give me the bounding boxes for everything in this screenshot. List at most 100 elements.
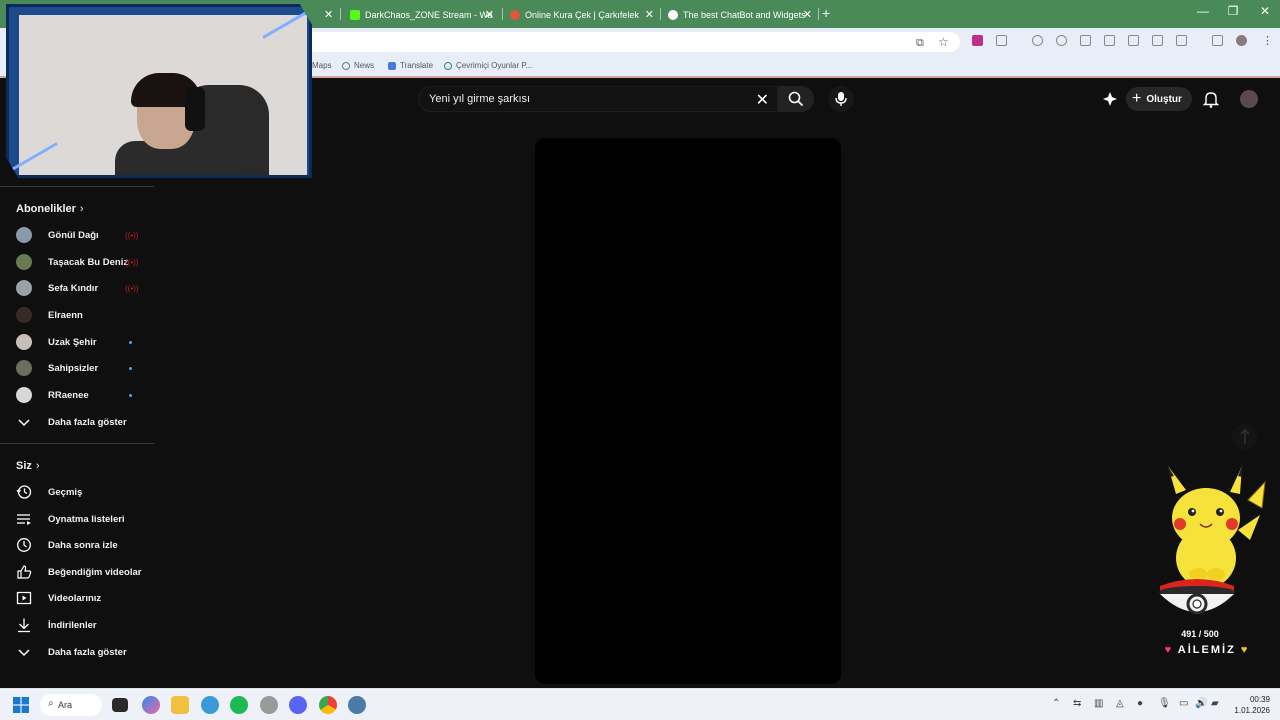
- clear-search-icon[interactable]: ✕: [756, 90, 769, 110]
- tray-overflow-icon[interactable]: ⌃: [1052, 698, 1060, 709]
- minimize-button[interactable]: —: [1188, 4, 1218, 18]
- windows-start-icon[interactable]: [13, 697, 29, 713]
- new-content-dot: [129, 393, 132, 397]
- tray-icon[interactable]: ●: [1137, 698, 1143, 709]
- tray-icon[interactable]: ◬: [1116, 698, 1124, 709]
- side-panel-icon[interactable]: [1212, 35, 1223, 46]
- nav-watch-later[interactable]: Daha sonra izle: [16, 534, 146, 556]
- bookmark-star-icon[interactable]: ☆: [938, 35, 949, 49]
- shorts-video-player[interactable]: [535, 138, 841, 684]
- bookmark-online-games[interactable]: Çevrimiçi Oyunlar P...: [444, 61, 532, 70]
- tab-close-icon[interactable]: ✕: [645, 8, 654, 21]
- gemini-sparkle-icon[interactable]: [1102, 91, 1118, 107]
- copilot-icon[interactable]: [142, 696, 160, 714]
- subscription-item[interactable]: Elraenn: [16, 304, 136, 326]
- tab-close-icon[interactable]: ✕: [803, 8, 812, 21]
- extension-icon[interactable]: [1032, 35, 1043, 46]
- chevron-down-icon: [18, 419, 30, 427]
- headset: [185, 87, 205, 131]
- nav-liked-videos[interactable]: Beğendiğim videolar: [16, 561, 146, 583]
- file-explorer-icon[interactable]: [171, 696, 189, 714]
- chrome-icon[interactable]: [319, 696, 337, 714]
- battery-icon[interactable]: ▰: [1211, 698, 1219, 709]
- you-show-more[interactable]: Daha fazla göster: [16, 641, 146, 663]
- bookmark-translate[interactable]: Translate: [388, 61, 433, 70]
- webcam-feed: [19, 15, 307, 175]
- bookmark-maps[interactable]: Maps: [312, 61, 332, 70]
- link-icon[interactable]: [1152, 35, 1163, 46]
- tab-kick-stream[interactable]: DarkChaos_ZONE Stream - Wa ✕: [344, 4, 498, 26]
- discord-icon[interactable]: [289, 696, 307, 714]
- menu-kebab-icon[interactable]: ⋮: [1262, 34, 1273, 47]
- new-content-dot: [129, 366, 132, 370]
- bookmark-label: News: [354, 61, 375, 70]
- close-window-button[interactable]: ✕: [1250, 4, 1280, 18]
- search-button[interactable]: [778, 86, 814, 112]
- channel-name: RRaenee: [48, 389, 89, 401]
- translate-icon[interactable]: [1128, 35, 1139, 46]
- bookmark-label: Translate: [400, 61, 434, 70]
- profile-avatar[interactable]: [1236, 35, 1247, 46]
- subscription-item[interactable]: Taşacak Bu Deniz ((•)): [16, 251, 138, 273]
- bookmark-news[interactable]: News: [342, 61, 374, 70]
- voice-search-button[interactable]: [828, 86, 854, 112]
- settings-app-icon[interactable]: [260, 696, 278, 714]
- spotify-icon[interactable]: [230, 696, 248, 714]
- chatbot-icon: [668, 10, 678, 20]
- taskbar-clock[interactable]: 00:39 1.01.2026: [1226, 694, 1270, 716]
- install-app-icon[interactable]: ⧉: [916, 37, 924, 50]
- subscription-item[interactable]: Uzak Şehir: [16, 331, 136, 353]
- history-icon[interactable]: [1056, 35, 1067, 46]
- tab-close-icon[interactable]: ✕: [485, 8, 494, 21]
- nav-your-videos[interactable]: Videolarınız: [16, 587, 146, 609]
- pikachu-mascot: [1150, 460, 1270, 630]
- task-view-icon[interactable]: [112, 698, 128, 712]
- extensions-puzzle-icon[interactable]: [996, 35, 1007, 46]
- nav-history[interactable]: Geçmiş: [16, 481, 146, 503]
- pikachu-image: [1159, 466, 1266, 615]
- download-icon[interactable]: [1080, 35, 1091, 46]
- nav-label: Geçmiş: [48, 486, 83, 498]
- subscriptions-header[interactable]: Abonelikler ›: [16, 203, 84, 215]
- tab-wheel[interactable]: Online Kura Çek | Çarkıfelek ✕: [504, 4, 658, 26]
- windows-taskbar: ⌕ Ara ⌃ ⇆ ▥ ◬ ● 🎙 ▭ 🔊 ▰ 00:39 1.01.2026: [0, 688, 1280, 720]
- you-header[interactable]: Siz ›: [16, 460, 40, 472]
- tray-icon[interactable]: ▥: [1094, 698, 1103, 709]
- create-button[interactable]: + Oluştur: [1126, 87, 1192, 111]
- subscriptions-show-more[interactable]: Daha fazla göster: [16, 411, 146, 433]
- new-tab-button[interactable]: +: [822, 5, 830, 21]
- scroll-up-button[interactable]: [1232, 424, 1258, 450]
- taskbar-search[interactable]: ⌕ Ara: [40, 694, 102, 716]
- nav-playlists[interactable]: Oynatma listeleri: [16, 508, 146, 530]
- restore-button[interactable]: ❐: [1218, 4, 1248, 18]
- nav-downloads[interactable]: İndirilenler: [16, 614, 146, 636]
- channel-avatar: [16, 387, 32, 403]
- subscription-item[interactable]: Sahipsizler: [16, 357, 136, 379]
- microphone-icon[interactable]: 🎙: [1158, 698, 1171, 709]
- bookmark-label: Çevrimiçi Oyunlar P...: [456, 61, 533, 70]
- tray-icon[interactable]: ⇆: [1073, 698, 1081, 709]
- trash-icon[interactable]: [1104, 35, 1115, 46]
- extension-icon[interactable]: [972, 35, 983, 46]
- network-icon[interactable]: ▭: [1179, 698, 1188, 709]
- tab-chatbot[interactable]: The best ChatBot and Widgets ✕: [662, 4, 816, 26]
- account-avatar[interactable]: [1240, 90, 1258, 108]
- tab-close-icon[interactable]: ✕: [324, 8, 333, 21]
- tab-separator: [340, 8, 341, 20]
- subscription-item[interactable]: Sefa Kındır ((•)): [16, 277, 139, 299]
- show-more-label: Daha fazla göster: [48, 416, 127, 428]
- gear-app-icon[interactable]: [348, 696, 366, 714]
- bookmark-label: Maps: [312, 61, 332, 70]
- omnibox[interactable]: ⧉ ☆: [300, 32, 960, 52]
- subscription-item[interactable]: Gönül Dağı ((•)): [16, 224, 138, 246]
- notifications-bell-icon[interactable]: [1203, 91, 1219, 108]
- volume-icon[interactable]: 🔊: [1195, 698, 1207, 709]
- live-indicator-icon: ((•)): [125, 283, 139, 293]
- app-icon[interactable]: [201, 696, 219, 714]
- plus-icon: +: [1132, 90, 1142, 107]
- kick-icon: [350, 10, 360, 20]
- code-icon[interactable]: [1176, 35, 1187, 46]
- search-box[interactable]: Yeni yıl girme şarkısı ✕: [418, 86, 778, 112]
- subscription-item[interactable]: RRaenee: [16, 384, 136, 406]
- search-input[interactable]: Yeni yıl girme şarkısı: [429, 93, 530, 105]
